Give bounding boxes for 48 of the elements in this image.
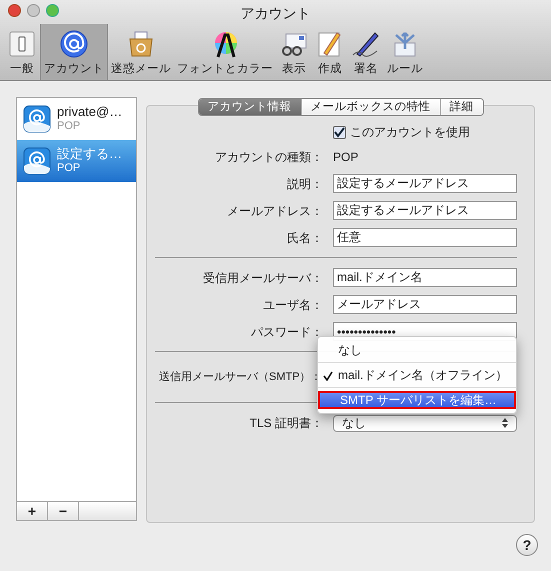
account-item[interactable]: private@… POP bbox=[17, 98, 136, 140]
remove-button[interactable]: − bbox=[48, 502, 79, 520]
tab[interactable]: 詳細 bbox=[440, 99, 482, 115]
account-type: POP bbox=[57, 161, 82, 175]
text-field[interactable]: メールアドレス bbox=[333, 295, 517, 314]
menu-item[interactable]: SMTP サーバリストを編集… bbox=[318, 391, 516, 409]
field-label: アカウントの種類： bbox=[214, 149, 323, 166]
checkbox-label: このアカウントを使用 bbox=[350, 124, 470, 141]
toolbar-button[interactable]: 表示 bbox=[276, 24, 312, 80]
text-field[interactable]: 設定するメールアドレス bbox=[333, 174, 517, 193]
tab[interactable]: アカウント情報 bbox=[198, 99, 302, 115]
toolbar-button[interactable]: ルール bbox=[384, 24, 426, 80]
field-label: 説明： bbox=[286, 176, 323, 192]
field-label: TLS 証明書： bbox=[248, 415, 323, 432]
at-sign-icon bbox=[59, 28, 89, 59]
menu-item[interactable]: なし bbox=[318, 341, 516, 359]
account-item[interactable]: 設定する… POP bbox=[17, 140, 136, 182]
toolbar-button[interactable]: 署名 bbox=[348, 24, 384, 80]
account-type-value: POP bbox=[333, 149, 358, 166]
toolbar-button[interactable]: 一般 bbox=[4, 24, 40, 80]
account-name: private@… bbox=[57, 105, 122, 119]
toolbar-button[interactable]: フォントとカラー bbox=[174, 24, 276, 80]
field-label: パスワード： bbox=[250, 324, 323, 340]
checkmark-icon bbox=[334, 126, 345, 138]
checkbox[interactable] bbox=[333, 126, 346, 138]
mail-account-icon bbox=[23, 147, 51, 175]
text-field[interactable]: mail.ドメイン名 bbox=[333, 268, 517, 287]
tab[interactable]: メールボックスの特性 bbox=[302, 99, 440, 115]
select-field[interactable]: なし bbox=[333, 414, 517, 432]
toolbar-button[interactable]: 迷惑メール bbox=[108, 24, 174, 80]
toolbar-button[interactable]: 作成 bbox=[312, 24, 348, 80]
check-icon bbox=[323, 370, 333, 381]
toolbar-button[interactable]: アカウント bbox=[40, 24, 108, 80]
field-label: ユーザ名： bbox=[262, 296, 323, 314]
add-button[interactable]: + bbox=[17, 502, 48, 520]
text-field[interactable]: 設定するメールアドレス bbox=[333, 201, 517, 220]
switch-icon bbox=[7, 28, 37, 59]
text-field[interactable]: 任意 bbox=[333, 228, 517, 247]
close-button[interactable] bbox=[8, 4, 21, 17]
field-label: 受信用メールサーバ： bbox=[202, 270, 323, 286]
field-label: 氏名： bbox=[286, 230, 323, 246]
help-button[interactable]: ? bbox=[516, 534, 538, 556]
field-label: メールアドレス： bbox=[226, 202, 323, 220]
window-title: アカウント bbox=[240, 4, 310, 22]
account-type: POP bbox=[57, 119, 82, 133]
stepper-icon bbox=[502, 418, 508, 428]
account-name: 設定する… bbox=[57, 147, 122, 161]
mail-account-icon bbox=[23, 105, 51, 133]
